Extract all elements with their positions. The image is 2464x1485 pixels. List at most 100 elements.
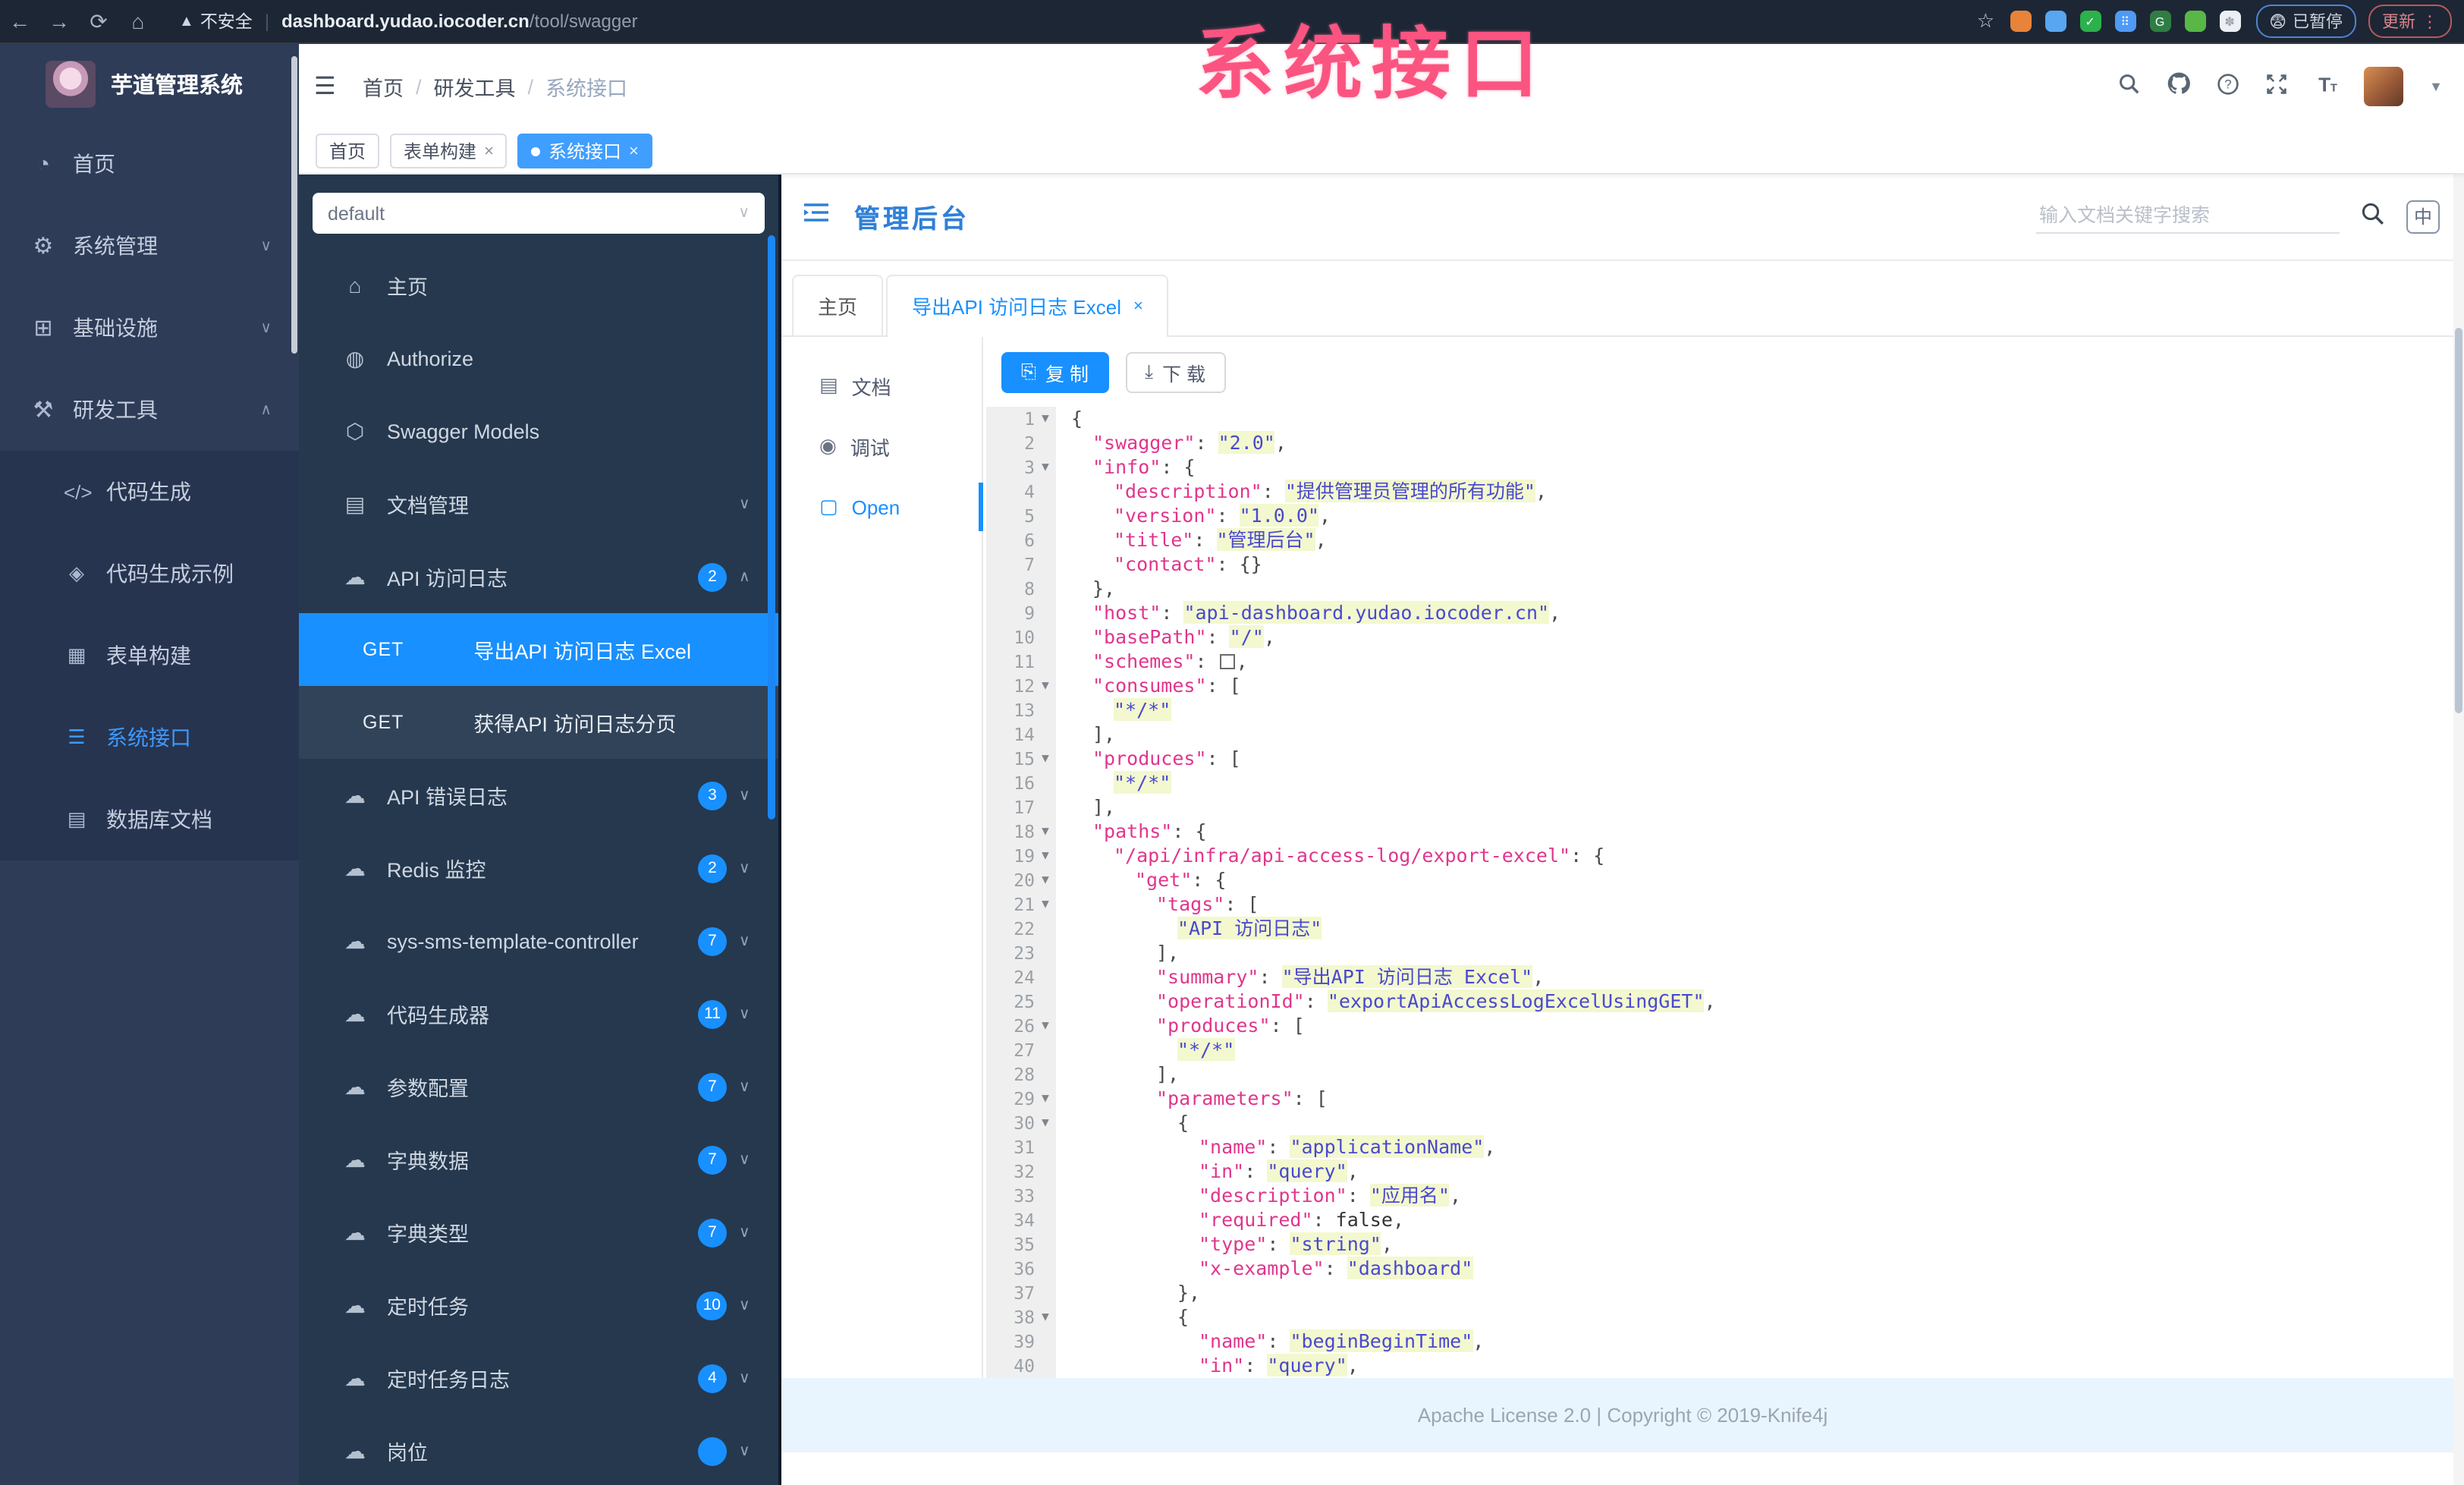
browser-menu-icon[interactable]: ⋮ [2422, 11, 2438, 31]
breadcrumb-item[interactable]: 首页 [363, 71, 404, 102]
code-editor[interactable]: 1 ▼{2 "swagger": "2.0", 3 ▼ "info": {4 "descri… [986, 407, 2464, 1378]
sidebar-item-label: 研发工具 [73, 398, 158, 422]
chevron-icon: ∧ [739, 568, 750, 585]
sidebar-item-基础设施[interactable]: ⊞ 基础设施 ∨ [0, 287, 299, 369]
http-method-label: GET [363, 712, 404, 733]
cloud-icon: ☁ [344, 1001, 366, 1025]
code-token: , [1392, 1208, 1404, 1231]
hamburger-icon[interactable]: ☰ [314, 71, 344, 102]
sidebar-subitem-代码生成[interactable]: </> 代码生成 [0, 451, 299, 533]
app-header: ☰ 首页 / 研发工具 / 系统接口 ? TT ▼ [299, 44, 2464, 129]
home-icon[interactable]: ⌂ [118, 9, 158, 33]
doc-search-icon[interactable] [2361, 201, 2385, 231]
fold-arrow-icon[interactable]: ▼ [1035, 820, 1056, 844]
sidebar-subitem-代码生成示例[interactable]: ◈ 代码生成示例 [0, 533, 299, 615]
fold-arrow-icon[interactable]: ▼ [1035, 747, 1056, 771]
green-box-ext-icon[interactable]: G [2149, 11, 2171, 32]
fold-arrow-icon[interactable]: ▼ [1035, 407, 1056, 431]
close-icon[interactable]: × [484, 142, 494, 160]
green-check-ext-icon[interactable]: ✓ [2079, 11, 2101, 32]
fold-arrow-icon[interactable]: ▼ [1035, 1305, 1056, 1329]
green-leaf-ext-icon[interactable] [2184, 11, 2206, 32]
api-group-岗位[interactable]: ☁ 岗位 ∨ [299, 1414, 778, 1485]
bookmark-star-icon[interactable]: ☆ [1977, 9, 1994, 33]
content-tab-主页[interactable]: 主页 [792, 275, 884, 335]
download-button[interactable]: ⤓ 下 载 [1125, 351, 1226, 392]
view-tag-系统接口[interactable]: 系统接口 × [517, 134, 652, 168]
search-icon[interactable] [2118, 72, 2141, 101]
sidebar-subitem-数据库文档[interactable]: ▤ 数据库文档 [0, 779, 299, 860]
api-group-字典数据[interactable]: ☁ 字典数据 7 ∨ [299, 1123, 778, 1196]
sidebar-item-研发工具[interactable]: ⚒ 研发工具 ∧ [0, 369, 299, 451]
code-line: 8}, [986, 577, 2464, 601]
fold-arrow-icon[interactable]: ▼ [1035, 892, 1056, 917]
blue-grid-ext-icon[interactable]: ⠿ [2114, 11, 2136, 32]
font-size-icon[interactable]: TT [2314, 72, 2338, 101]
view-tag-表单构建[interactable]: 表单构建 × [390, 134, 508, 168]
chevron-down-icon[interactable]: ▼ [2429, 79, 2443, 94]
paused-extension-button[interactable]: 😨 已暂停 [2255, 5, 2356, 38]
collapse-menu-icon[interactable] [803, 200, 830, 232]
white-flower-ext-icon[interactable]: ✽ [2219, 11, 2241, 32]
sidebar-subitem-表单构建[interactable]: ▦ 表单构建 [0, 615, 299, 697]
code-line: 37}, [986, 1281, 2464, 1305]
close-icon[interactable]: × [629, 142, 639, 160]
github-icon[interactable] [2167, 71, 2191, 102]
api-operation-导出API 访问日志 Excel[interactable]: GET 导出API 访问日志 Excel [299, 613, 778, 686]
copy-button[interactable]: ⎘ 复 制 [1001, 351, 1108, 392]
address-bar[interactable]: dashboard.yudao.iocoder.cn/tool/swagger [281, 11, 1977, 32]
api-group-API 错误日志[interactable]: ☁ API 错误日志 3 ∨ [299, 759, 778, 832]
api-group-参数配置[interactable]: ☁ 参数配置 7 ∨ [299, 1050, 778, 1123]
breadcrumb-item[interactable]: 研发工具 [434, 71, 516, 102]
forward-icon[interactable]: → [39, 9, 79, 33]
page-scrollbar-thumb[interactable] [2455, 328, 2462, 713]
doc-menu-item-调试[interactable]: ◉ 调试 [781, 416, 982, 477]
help-icon[interactable]: ? [2217, 72, 2239, 101]
sidebar-item-首页[interactable]: ◔ 首页 [0, 123, 299, 205]
api-group-sys-sms-template-controller[interactable]: ☁ sys-sms-template-controller 7 ∨ [299, 905, 778, 977]
fold-arrow-icon[interactable]: ▼ [1035, 674, 1056, 698]
view-tag-首页[interactable]: 首页 [316, 134, 380, 168]
api-group-定时任务[interactable]: ☁ 定时任务 10 ∨ [299, 1269, 778, 1342]
sidebar-subitem-系统接口[interactable]: ☰ 系统接口 [0, 697, 299, 779]
fold-arrow-icon[interactable]: ▼ [1035, 455, 1056, 480]
fold-arrow-icon[interactable]: ▼ [1035, 1087, 1056, 1111]
doc-menu-item-Open[interactable]: ▢ Open [781, 477, 983, 537]
api-menu-item-主页[interactable]: ⌂ 主页 [299, 249, 778, 322]
sidebar-item-label: 首页 [73, 152, 115, 176]
api-menu-item-文档管理[interactable]: ▤ 文档管理 ∨ [299, 467, 778, 540]
api-menu-item-Swagger Models[interactable]: ⬡ Swagger Models [299, 395, 778, 467]
code-line: 7 "contact": {} [986, 552, 2464, 577]
reload-icon[interactable]: ⟳ [79, 8, 118, 34]
api-group-定时任务日志[interactable]: ☁ 定时任务日志 4 ∨ [299, 1342, 778, 1414]
api-group-Redis 监控[interactable]: ☁ Redis 监控 2 ∨ [299, 832, 778, 905]
user-avatar[interactable] [2364, 67, 2404, 106]
orange-ext-icon[interactable] [2010, 11, 2032, 32]
doc-search-input[interactable] [2036, 199, 2340, 234]
fold-arrow-icon[interactable]: ▼ [1035, 844, 1056, 868]
sidebar-item-系统管理[interactable]: ⚙ 系统管理 ∨ [0, 205, 299, 287]
api-menu-item-Authorize[interactable]: ◍ Authorize [299, 322, 778, 395]
api-group-字典类型[interactable]: ☁ 字典类型 7 ∨ [299, 1196, 778, 1269]
app-logo[interactable]: 芋道管理系统 [0, 44, 299, 123]
api-operation-获得API 访问日志分页[interactable]: GET 获得API 访问日志分页 [299, 686, 778, 759]
code-token: }, [1177, 1281, 1201, 1304]
api-menu-item-API 访问日志[interactable]: ☁ API 访问日志 2 ∧ [299, 540, 778, 613]
browser-update-button[interactable]: 更新 ⋮ [2368, 5, 2452, 38]
group-select[interactable]: default ∨ [313, 193, 765, 234]
content-tab-导出API 访问日志 Excel[interactable]: 导出API 访问日志 Excel × [886, 275, 1169, 337]
fold-arrow-icon[interactable]: ▼ [1035, 1014, 1056, 1038]
fold-arrow-icon[interactable]: ▼ [1035, 1111, 1056, 1135]
fullscreen-icon[interactable] [2265, 72, 2288, 101]
api-sidebar-scrollbar[interactable] [768, 235, 775, 820]
doc-menu-item-文档[interactable]: ▤ 文档 [781, 355, 982, 416]
close-icon[interactable]: × [1133, 297, 1143, 315]
language-toggle-button[interactable]: 中 [2406, 200, 2440, 233]
sidebar-scrollbar[interactable] [291, 56, 297, 354]
blue-drop-ext-icon[interactable] [2044, 11, 2066, 32]
site-security[interactable]: ▲ 不安全 [179, 9, 253, 33]
breadcrumb-item[interactable]: 系统接口 [545, 71, 627, 102]
api-group-代码生成器[interactable]: ☁ 代码生成器 11 ∨ [299, 977, 778, 1050]
back-icon[interactable]: ← [0, 9, 39, 33]
fold-arrow-icon[interactable]: ▼ [1035, 868, 1056, 892]
